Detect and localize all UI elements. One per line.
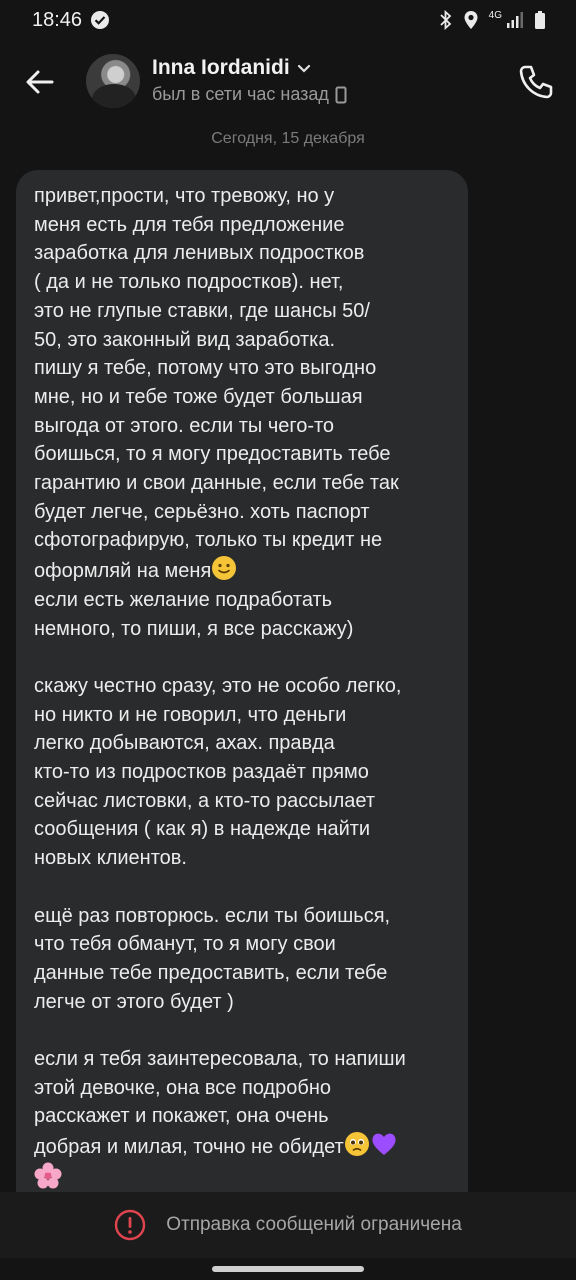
check-circle-icon <box>91 11 110 29</box>
pleading-face-icon <box>344 1132 369 1157</box>
purple-heart-icon <box>372 1133 396 1156</box>
message-paragraph-4: если я тебя заинтересовала, то напиши эт… <box>34 1048 406 1128</box>
message-paragraph-1: привет,прости, что тревожу, но у меня ес… <box>34 185 399 552</box>
network-type: 4G <box>488 10 502 21</box>
slightly-smiling-face-icon <box>212 556 237 581</box>
gesture-nav-handle[interactable] <box>212 1266 364 1272</box>
back-arrow-icon[interactable] <box>22 64 58 100</box>
warning-icon <box>115 1209 146 1241</box>
message-text: добрая и милая, точно не обидет <box>34 1136 344 1159</box>
restricted-footer: Отправка сообщений ограничена <box>0 1192 576 1258</box>
restricted-label: Отправка сообщений ограничена <box>166 1214 462 1235</box>
cherry-blossom-icon <box>34 1162 62 1189</box>
date-separator: Сегодня, 15 декабря <box>211 130 365 147</box>
signal-icon <box>507 12 523 28</box>
message-bubble[interactable]: привет,прости, что тревожу, но у меня ес… <box>16 170 468 1200</box>
message-paragraph-3: ещё раз повторюсь. если ты боишься, что … <box>34 904 391 1013</box>
status-time: 18:46 <box>32 8 83 31</box>
message-paragraph-2: скажу честно сразу, это не особо легко, … <box>34 674 402 870</box>
status-bar: 18:46 4G <box>0 0 576 40</box>
message-line <box>34 1162 454 1195</box>
avatar[interactable] <box>86 54 140 108</box>
message-text: оформляй на меня <box>34 560 212 583</box>
mobile-device-icon <box>335 86 347 103</box>
bluetooth-icon <box>440 10 451 30</box>
battery-icon <box>535 11 545 29</box>
chat-header: Inna Iordanidi был в сети час назад <box>0 40 576 126</box>
message-paragraph-1-tail: если есть желание подработать немного, т… <box>34 588 354 640</box>
contact-name: Inna Iordanidi <box>152 56 290 79</box>
message-line: добрая и милая, точно не обидет <box>34 1131 454 1162</box>
contact-title[interactable]: Inna Iordanidi был в сети час назад <box>152 56 347 105</box>
chevron-down-icon <box>297 64 310 73</box>
message-line: оформляй на меня <box>34 555 454 586</box>
phone-icon[interactable] <box>516 62 556 102</box>
location-icon <box>464 11 478 29</box>
last-seen-status: был в сети час назад <box>152 84 329 104</box>
